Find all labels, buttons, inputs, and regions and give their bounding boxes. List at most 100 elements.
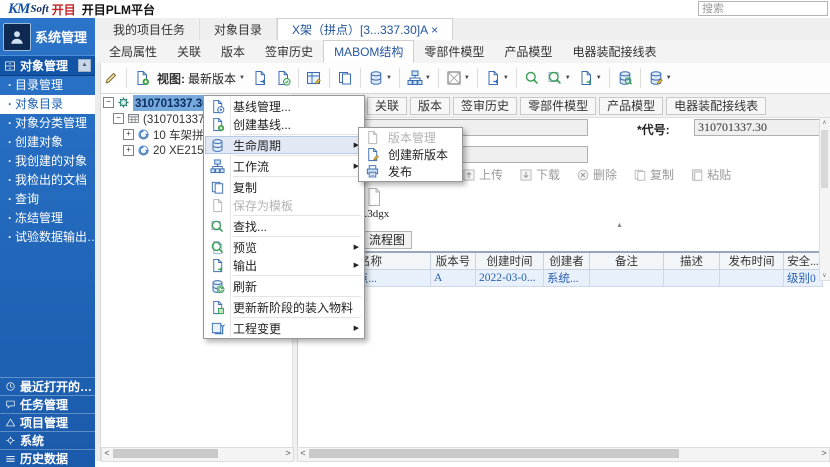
view-selector[interactable]: 视图:最新版本▼ (157, 70, 245, 87)
tab-my-project-tasks[interactable]: 我的项目任务 (99, 18, 200, 40)
scroll-thumb[interactable] (821, 130, 828, 188)
toolbar-button-box[interactable]: ▼ (446, 70, 470, 86)
sidebar-item-project-manage[interactable]: 项目管理 (0, 413, 95, 431)
tab-sign-history[interactable]: 签审历史 (255, 40, 323, 63)
toolbar-button-doc-export[interactable]: ▼ (485, 70, 509, 86)
upload-button[interactable]: 上传 (462, 166, 503, 183)
copy-button[interactable]: 复制 (633, 166, 674, 183)
sidebar-item-object-catalog[interactable]: 对象目录 (0, 95, 95, 114)
toolbar-button-grid-edit[interactable] (306, 70, 322, 86)
scroll-thumb[interactable] (309, 449, 679, 458)
collapse-node-icon[interactable]: − (113, 113, 124, 124)
toolbar-button-workflow[interactable]: ▼ (407, 70, 431, 86)
collapse-node-icon[interactable]: − (103, 97, 114, 108)
sidebar-item-query[interactable]: 查询 (0, 190, 95, 209)
detail-tab-electrical-wiring[interactable]: 电器装配接线表 (666, 97, 766, 115)
menu-item-update-stage-materials[interactable]: 更新新阶段的装入物料 (205, 298, 363, 316)
menu-item-workflow[interactable]: 工作流▶ (205, 157, 363, 175)
scroll-thumb[interactable] (113, 449, 218, 458)
expand-node-icon[interactable]: + (123, 129, 134, 140)
sidebar-section-object-manage[interactable]: 对象管理 ▲ (0, 55, 95, 76)
column-header[interactable]: 创建者 (544, 252, 590, 270)
download-button[interactable]: 下载 (519, 166, 560, 183)
submenu-item-create-new-version[interactable]: 创建新版本 (360, 146, 461, 163)
file-icon[interactable] (366, 187, 382, 207)
delete-button[interactable]: 删除 (576, 166, 617, 183)
sidebar-item-create-object[interactable]: 创建对象 (0, 133, 95, 152)
table-row[interactable]: X架（拼点...A2022-03-0...系统...级别0 (301, 270, 823, 287)
menu-item-refresh[interactable]: 刷新 (205, 277, 363, 295)
tree-horizontal-scrollbar[interactable]: < > (101, 447, 294, 462)
sidebar-item-my-checked-out-docs[interactable]: 我检出的文档 (0, 171, 95, 190)
avatar[interactable] (3, 23, 31, 51)
menu-item-baseline-manage[interactable]: 基线管理... (205, 97, 363, 115)
submenu-item-publish[interactable]: 发布 (360, 163, 461, 180)
sidebar-item-my-created-objects[interactable]: 我创建的对象 (0, 152, 95, 171)
close-tab-icon[interactable]: × (431, 23, 438, 37)
menu-item-preview[interactable]: 预览▶ (205, 238, 363, 256)
scroll-down-icon[interactable]: ∨ (820, 272, 829, 279)
menu-item-output[interactable]: 输出▶ (205, 256, 363, 274)
toolbar-button-db-search[interactable] (617, 70, 633, 86)
tab-current-object[interactable]: X架（拼点）[3...337.30]A× (277, 18, 453, 40)
toolbar-button-pencil[interactable] (103, 70, 119, 86)
menu-item-lifecycle[interactable]: 生命周期▶ (205, 136, 363, 154)
sidebar-item-catalog-manage[interactable]: 目录管理 (0, 76, 95, 95)
toolbar-button-doc-checkout[interactable] (252, 70, 268, 86)
sidebar-item-recently-opened[interactable]: 最近打开的…▼ (0, 377, 95, 395)
scroll-left-icon[interactable]: < (298, 448, 308, 459)
tab-versions[interactable]: 版本 (211, 40, 255, 63)
column-header[interactable]: 发布时间 (720, 252, 784, 270)
sidebar-item-system[interactable]: 系统 (0, 431, 95, 449)
tab-part-model[interactable]: 零部件模型 (414, 40, 494, 63)
detail-tab-relations[interactable]: 关联 (367, 97, 407, 115)
detail-tab-versions[interactable]: 版本 (410, 97, 450, 115)
search-input[interactable] (698, 1, 828, 16)
tab-relations[interactable]: 关联 (167, 40, 211, 63)
toolbar-button-db[interactable]: ▼ (368, 70, 392, 86)
column-header[interactable]: 安全... (784, 252, 823, 270)
tab-product-model[interactable]: 产品模型 (494, 40, 562, 63)
scroll-left-icon[interactable]: < (102, 448, 112, 459)
tab-mabom-structure[interactable]: MABOM结构 (323, 40, 414, 63)
sidebar-item-task-manage[interactable]: 任务管理 (0, 395, 95, 413)
detail-tab-product-model[interactable]: 产品模型 (599, 97, 663, 115)
menu-item-copy[interactable]: 复制 (205, 178, 363, 196)
column-header[interactable]: 备注 (590, 252, 664, 270)
expand-node-icon[interactable]: + (123, 145, 134, 156)
detail-tab-part-model[interactable]: 零部件模型 (520, 97, 596, 115)
detail-vertical-scrollbar[interactable]: ∧ ∨ (819, 117, 830, 281)
detail-horizontal-scrollbar[interactable]: < > (297, 447, 830, 462)
paste-button[interactable]: 粘贴 (690, 166, 731, 183)
button-label: 上传 (479, 166, 503, 183)
scroll-up-icon[interactable]: ∧ (820, 119, 829, 126)
menu-item-find[interactable]: 查找... (205, 217, 363, 235)
tab-object-catalog[interactable]: 对象目录 (200, 18, 277, 40)
scroll-right-icon[interactable]: > (283, 448, 293, 459)
tab-label: 版本 (418, 99, 442, 113)
sidebar-item-freeze-manage[interactable]: 冻结管理 (0, 209, 95, 228)
tab-electrical-wiring[interactable]: 电器装配接线表 (562, 40, 666, 63)
flow-chart-tab[interactable]: 流程图 (362, 231, 412, 249)
collapse-section-arrow-icon[interactable]: ▲ (616, 222, 623, 229)
tab-global-props[interactable]: 全局属性 (99, 40, 167, 63)
scroll-right-icon[interactable]: > (819, 448, 829, 459)
toolbar-button-doc-checkin[interactable] (275, 70, 291, 86)
toolbar-button-db-edit[interactable]: ▼ (648, 70, 672, 86)
code-field[interactable] (694, 119, 822, 136)
menu-item-create-baseline[interactable]: 创建基线... (205, 115, 363, 133)
sidebar-item-history-data[interactable]: 历史数据 (0, 449, 95, 467)
toolbar-button-copy[interactable] (337, 70, 353, 86)
toolbar-button-doc-output[interactable]: ▼ (578, 70, 602, 86)
column-header[interactable]: 创建时间 (476, 252, 544, 270)
sidebar-item-test-data-output[interactable]: 试验数据输出… (0, 228, 95, 247)
toolbar-button-search[interactable] (524, 70, 540, 86)
toolbar-button-search-box[interactable]: ▼ (547, 70, 571, 86)
column-header[interactable]: 版本号 (431, 252, 476, 270)
section-collapse-button[interactable]: ▲ (78, 59, 91, 72)
detail-tab-sign-history[interactable]: 签审历史 (453, 97, 517, 115)
menu-item-engineering-change[interactable]: 工程变更▶ (205, 319, 363, 337)
toolbar-button-doc-new[interactable] (134, 70, 150, 86)
column-header[interactable]: 描述 (664, 252, 720, 270)
sidebar-item-object-classification[interactable]: 对象分类管理 (0, 114, 95, 133)
